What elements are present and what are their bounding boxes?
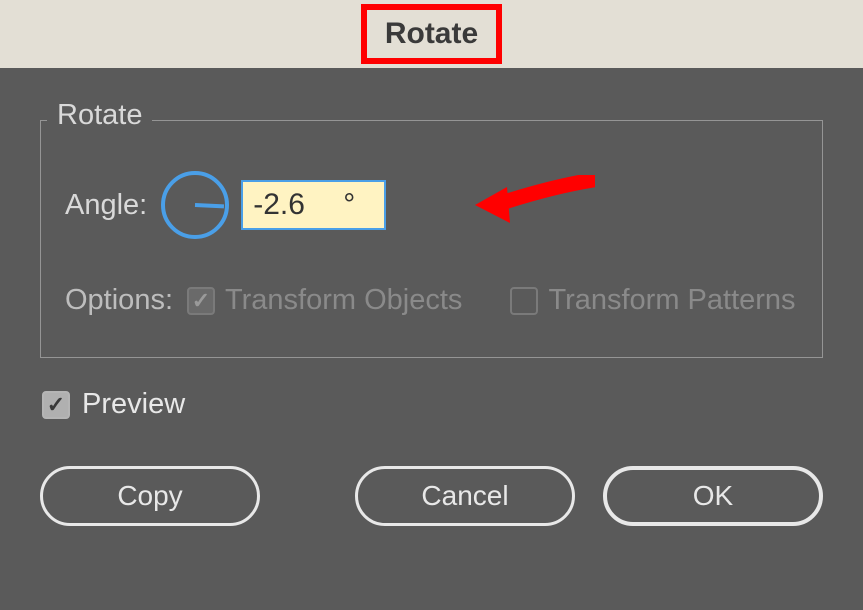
preview-label: Preview <box>82 388 185 421</box>
transform-objects-label: Transform Objects <box>225 284 462 317</box>
transform-patterns-option: Transform Patterns <box>510 284 795 317</box>
ok-button[interactable]: OK <box>603 466 823 526</box>
angle-dial[interactable] <box>161 171 229 239</box>
button-row: Copy Cancel OK <box>40 466 823 526</box>
rotate-group-legend: Rotate <box>47 99 152 132</box>
angle-input[interactable] <box>253 188 343 222</box>
transform-objects-option: Transform Objects <box>187 284 462 317</box>
title-highlight-annotation: Rotate <box>361 4 502 64</box>
preview-row: Preview <box>42 388 823 421</box>
dialog-content: Rotate Angle: ° Options: Transform Objec… <box>0 68 863 556</box>
angle-input-container[interactable]: ° <box>241 180 386 230</box>
arrow-annotation-icon <box>475 175 595 230</box>
options-label: Options: <box>65 284 173 317</box>
angle-row: Angle: ° <box>65 171 798 239</box>
transform-patterns-checkbox <box>510 287 538 315</box>
copy-button[interactable]: Copy <box>40 466 260 526</box>
transform-patterns-label: Transform Patterns <box>548 284 795 317</box>
angle-dial-hand <box>195 203 224 208</box>
dialog-titlebar: Rotate <box>0 0 863 68</box>
rotate-group: Rotate Angle: ° Options: Transform Objec… <box>40 120 823 358</box>
dialog-title: Rotate <box>385 17 478 50</box>
options-row: Options: Transform Objects Transform Pat… <box>65 284 798 317</box>
angle-label: Angle: <box>65 189 147 222</box>
degree-symbol: ° <box>343 188 355 222</box>
cancel-button[interactable]: Cancel <box>355 466 575 526</box>
preview-checkbox[interactable] <box>42 391 70 419</box>
transform-objects-checkbox <box>187 287 215 315</box>
